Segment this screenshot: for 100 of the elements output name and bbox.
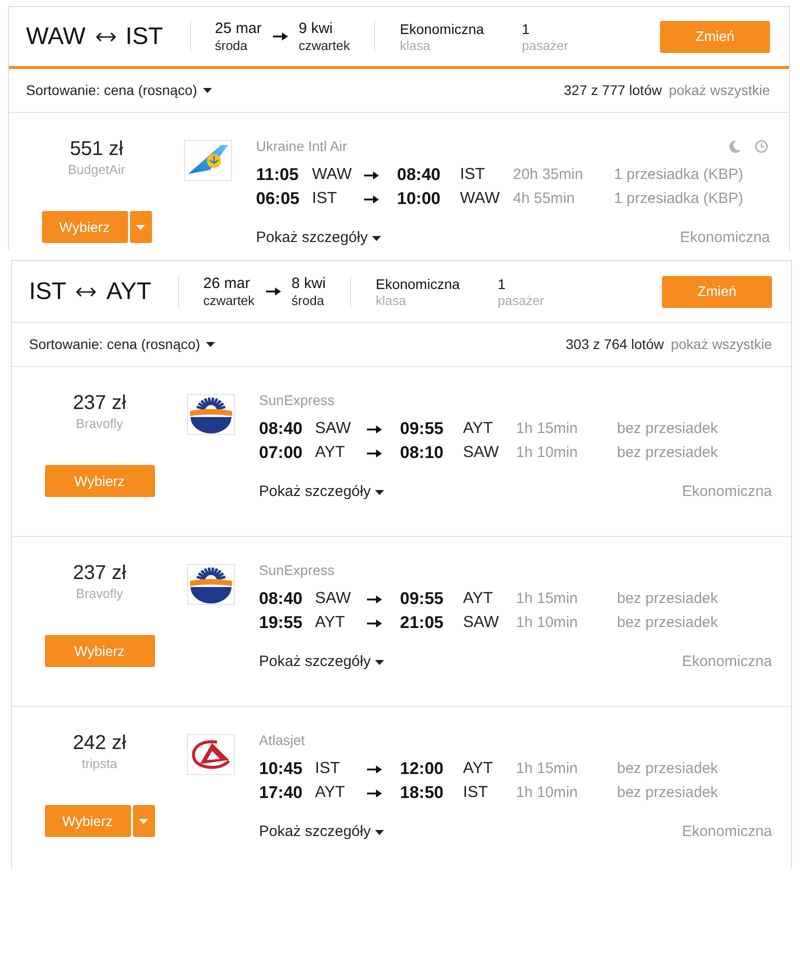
cabin-class: Ekonomiczna <box>682 652 772 672</box>
departure-time: 08:40 <box>259 418 304 440</box>
airline-name: SunExpress <box>259 390 334 410</box>
show-details-link[interactable]: Pokaż szczegóły <box>259 650 384 674</box>
show-details-link[interactable]: Pokaż szczegóły <box>259 820 384 844</box>
clock-icon <box>755 140 768 152</box>
cabin-value: Ekonomiczna <box>400 20 484 38</box>
caret-icon <box>374 830 384 834</box>
return-date: 8 kwi <box>292 275 326 293</box>
airport-code: SAW <box>463 443 500 463</box>
flight-duration: 20h 35min <box>513 164 584 185</box>
price: 551 zł <box>70 137 124 161</box>
departure-time: 06:05 <box>256 188 300 210</box>
destination-code: AYT <box>106 276 152 306</box>
stops-info: bez przesiadek <box>617 442 718 463</box>
airline-name: SunExpress <box>259 560 334 580</box>
airport-code: IST <box>312 189 338 209</box>
sort-dropdown[interactable]: Sortowanie: cena (rosnąco) <box>26 80 212 101</box>
flight-duration: 1h 10min <box>516 782 579 803</box>
sunburst-logo-icon <box>187 394 235 435</box>
flight-duration: 1h 15min <box>516 588 579 609</box>
more-offers-button[interactable] <box>132 805 154 837</box>
right-arrow-icon <box>272 32 288 41</box>
more-offers-button[interactable] <box>130 211 152 243</box>
flight-count: 327 z 777 lotów <box>564 81 662 100</box>
right-arrow-icon <box>367 618 382 628</box>
weekday: środa <box>214 38 248 53</box>
arrival-time: 12:00 <box>400 758 444 780</box>
stops-info: 1 przesiadka (KBP) <box>614 188 744 209</box>
departure-date: 26 mar <box>203 275 251 293</box>
stops-info: bez przesiadek <box>617 612 718 633</box>
moon-icon <box>729 140 741 152</box>
price: 237 zł <box>72 391 126 415</box>
arrival-time: 18:50 <box>400 782 444 804</box>
arrival-time: 09:55 <box>400 418 444 440</box>
sort-dropdown[interactable]: Sortowanie: cena (rosnąco) <box>29 334 216 355</box>
double-arrow-icon <box>96 32 116 42</box>
origin-code: IST <box>29 276 66 306</box>
caret-icon <box>203 88 212 93</box>
show-all-link[interactable]: pokaż wszystkie <box>668 80 770 101</box>
stops-info: bez przesiadek <box>617 418 718 439</box>
weekday: czwartek <box>298 38 350 53</box>
airport-code: AYT <box>463 419 494 439</box>
airport-code: IST <box>460 165 486 185</box>
change-button[interactable]: Zmień <box>660 20 770 52</box>
passenger-label: pasażer <box>498 293 544 308</box>
stops-info: bez przesiadek <box>617 588 718 609</box>
select-button[interactable]: Wybierz <box>44 805 130 837</box>
arrival-time: 10:00 <box>397 188 442 210</box>
right-arrow-icon <box>367 448 382 458</box>
change-button[interactable]: Zmień <box>662 276 772 308</box>
show-all-link[interactable]: pokaż wszystkie <box>670 334 772 355</box>
airport-code: IST <box>315 759 341 779</box>
airline-name: Ukraine Intl Air <box>256 136 348 156</box>
caret-icon <box>139 818 148 824</box>
arrival-time: 21:05 <box>400 612 444 634</box>
departure-time: 11:05 <box>256 164 300 186</box>
departure-date: 25 mar <box>214 20 262 38</box>
airport-code: AYT <box>463 759 494 779</box>
provider-name: Bravofly <box>76 415 123 433</box>
sunburst-logo-icon <box>187 564 235 605</box>
airport-code: IST <box>463 783 489 803</box>
airport-code: SAW <box>463 613 500 633</box>
weekday: środa <box>292 293 326 308</box>
flight-duration: 1h 10min <box>516 612 579 633</box>
airport-code: AYT <box>463 589 494 609</box>
swoosh-triangle-logo-icon <box>187 734 235 775</box>
flight-count: 303 z 764 lotów <box>566 335 664 354</box>
tail-fin-logo-icon <box>184 140 232 181</box>
cabin-class: Ekonomiczna <box>682 482 772 502</box>
cabin-class: Ekonomiczna <box>680 228 770 248</box>
airport-code: AYT <box>315 613 346 633</box>
show-details-link[interactable]: Pokaż szczegóły <box>256 226 381 250</box>
airport-code: SAW <box>315 589 352 609</box>
return-date: 9 kwi <box>298 20 334 38</box>
show-details-link[interactable]: Pokaż szczegóły <box>259 480 384 504</box>
weekday: czwartek <box>203 293 255 308</box>
airport-code: WAW <box>460 189 501 209</box>
select-button[interactable]: Wybierz <box>42 211 128 243</box>
price: 242 zł <box>72 731 126 755</box>
departure-time: 19:55 <box>259 612 304 634</box>
caret-icon <box>372 236 381 240</box>
passenger-count: 1 <box>522 20 531 38</box>
departure-time: 07:00 <box>259 442 304 464</box>
caret-icon <box>374 660 384 664</box>
arrival-time: 08:40 <box>397 164 442 186</box>
departure-time: 10:45 <box>259 758 304 780</box>
right-arrow-icon <box>367 764 382 774</box>
provider-name: BudgetAir <box>68 161 126 179</box>
select-button[interactable]: Wybierz <box>44 635 154 667</box>
stops-info: bez przesiadek <box>617 782 718 803</box>
caret-icon <box>374 490 384 494</box>
select-button[interactable]: Wybierz <box>44 465 154 497</box>
passenger-label: pasażer <box>522 38 568 53</box>
caret-icon <box>136 224 145 230</box>
flight-duration: 1h 15min <box>516 418 579 439</box>
arrival-time: 08:10 <box>400 442 444 464</box>
airport-code: AYT <box>315 783 346 803</box>
origin-code: WAW <box>26 22 86 52</box>
arrival-time: 09:55 <box>400 588 444 610</box>
